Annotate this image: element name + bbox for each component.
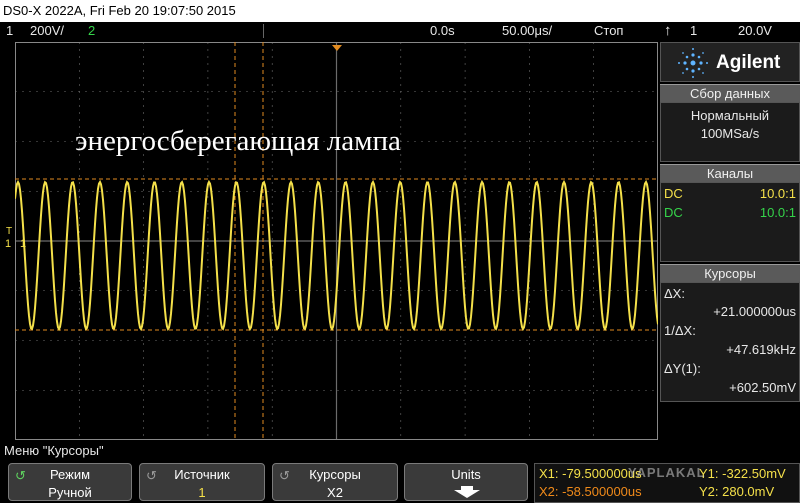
- trigger-level[interactable]: 20.0V: [738, 22, 772, 40]
- delta-y-label: ΔY(1):: [664, 361, 701, 376]
- ch1-ground-marker[interactable]: 1: [5, 238, 11, 250]
- waveform-display[interactable]: энергосберегающая лампа: [14, 42, 659, 440]
- delta-x-value: +21.000000us: [713, 304, 796, 319]
- cursors-header[interactable]: Курсоры: [660, 264, 800, 282]
- ch1-label-marker: 1: [20, 238, 27, 250]
- acquisition-header[interactable]: Сбор данных: [660, 84, 800, 102]
- trigger-channel[interactable]: 1: [690, 22, 697, 40]
- x1-readout: X1: -79.500000us: [539, 466, 642, 481]
- cursors-softkey[interactable]: ↺ Курсоры X2: [272, 463, 398, 501]
- acquisition-panel: Нормальный 100MSa/s: [660, 102, 800, 162]
- ch1-probe: 10.0:1: [759, 186, 796, 201]
- brand-logo: Agilent: [660, 42, 800, 82]
- source-softkey[interactable]: ↺ Источник 1: [139, 463, 265, 501]
- agilent-spark-icon: [678, 48, 708, 78]
- delta-y-value: +602.50mV: [729, 380, 796, 395]
- inv-delta-x-label: 1/ΔX:: [664, 323, 696, 338]
- menu-title: Меню "Курсоры": [4, 443, 104, 458]
- units-softkey[interactable]: Units: [404, 463, 528, 501]
- time-scale[interactable]: 50.00μs/: [502, 22, 552, 40]
- mode-label: Режим: [49, 467, 91, 482]
- ch2-coupling: DC: [664, 205, 683, 220]
- watermark: YAPLAKAL: [628, 465, 706, 480]
- units-label: Units: [451, 467, 481, 482]
- channels-panel: DC 10.0:1 DC 10.0:1: [660, 182, 800, 262]
- inv-delta-x-value: +47.619kHz: [726, 342, 796, 357]
- source-label: Источник: [174, 467, 230, 482]
- cursors-value: X2: [327, 485, 343, 500]
- trigger-edge-icon: ↑: [664, 22, 672, 39]
- delta-x-label: ΔX:: [664, 286, 685, 301]
- y1-readout: Y1: -322.50mV: [699, 466, 786, 481]
- brand-name: Agilent: [716, 52, 781, 73]
- trigger-position-marker: [332, 45, 342, 51]
- run-state[interactable]: Стоп: [594, 22, 623, 40]
- waveform-svg: энергосберегающая лампа: [14, 42, 659, 440]
- channels-header[interactable]: Каналы: [660, 164, 800, 182]
- trigger-level-marker: T: [6, 226, 13, 237]
- status-bar: 1 200V/ 2 0.0s 50.00μs/ Стоп ↑ 1 20.0V: [0, 22, 800, 40]
- annotation-text: энергосберегающая лампа: [75, 125, 401, 157]
- time-position[interactable]: 0.0s: [430, 22, 455, 40]
- graticule: [15, 42, 658, 440]
- status-divider: [263, 24, 264, 38]
- window-title: DS0-X 2022A, Fri Feb 20 19:07:50 2015: [0, 0, 800, 22]
- ch2-number[interactable]: 2: [88, 22, 95, 40]
- cursors-label: Курсоры: [309, 467, 361, 482]
- ch1-number[interactable]: 1: [6, 22, 13, 40]
- ch2-probe: 10.0:1: [759, 205, 796, 220]
- mode-value: Ручной: [48, 485, 92, 500]
- sample-rate: 100MSa/s: [700, 126, 760, 141]
- arrow-down-icon: [454, 486, 480, 498]
- mode-softkey[interactable]: ↺ Режим Ручной: [8, 463, 132, 501]
- y2-readout: Y2: 280.0mV: [699, 484, 775, 499]
- side-panel: Agilent Сбор данных Нормальный 100MSa/s …: [660, 42, 800, 440]
- cursors-panel: ΔX: +21.000000us 1/ΔX: +47.619kHz ΔY(1):…: [660, 282, 800, 402]
- acquisition-mode: Нормальный: [690, 108, 770, 123]
- source-value: 1: [198, 485, 206, 500]
- ch1-scale[interactable]: 200V/: [30, 22, 64, 40]
- ch1-coupling: DC: [664, 186, 683, 201]
- x2-readout: X2: -58.500000us: [539, 484, 642, 499]
